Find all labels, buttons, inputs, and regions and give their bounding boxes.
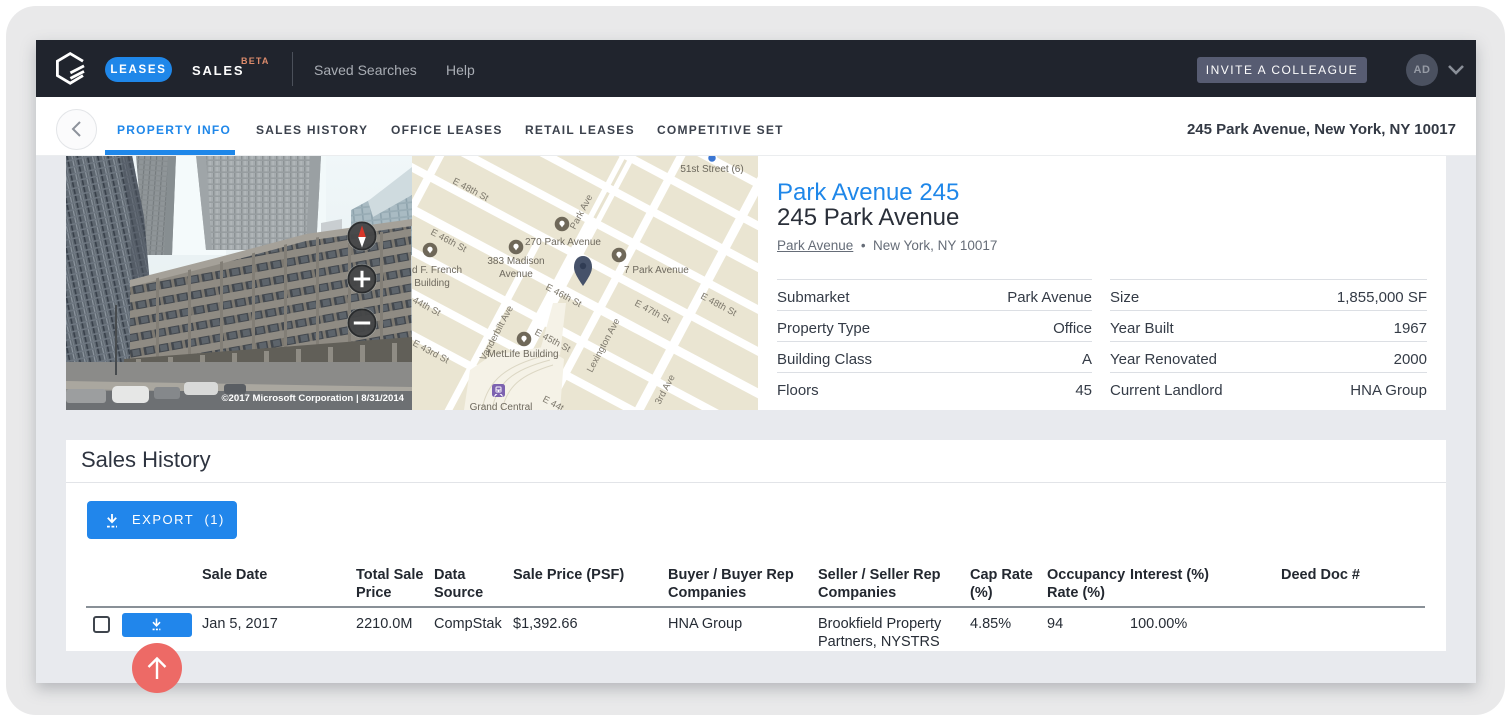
svg-text:51st Street (6): 51st Street (6) (680, 164, 743, 175)
svg-text:270 Park Avenue: 270 Park Avenue (525, 237, 601, 248)
svg-text:d F. French: d F. French (412, 265, 462, 276)
svg-text:©2017 Microsoft Corporation |: ©2017 Microsoft Corporation | 8/31/2014 (221, 393, 404, 404)
svg-text:383 Madison: 383 Madison (487, 256, 544, 267)
svg-text:MetLife Building: MetLife Building (487, 349, 558, 360)
svg-text:7 Park Avenue: 7 Park Avenue (624, 265, 689, 276)
svg-text:Avenue: Avenue (499, 269, 533, 280)
svg-text:Building: Building (414, 278, 450, 289)
svg-text:Grand Central: Grand Central (470, 402, 533, 410)
